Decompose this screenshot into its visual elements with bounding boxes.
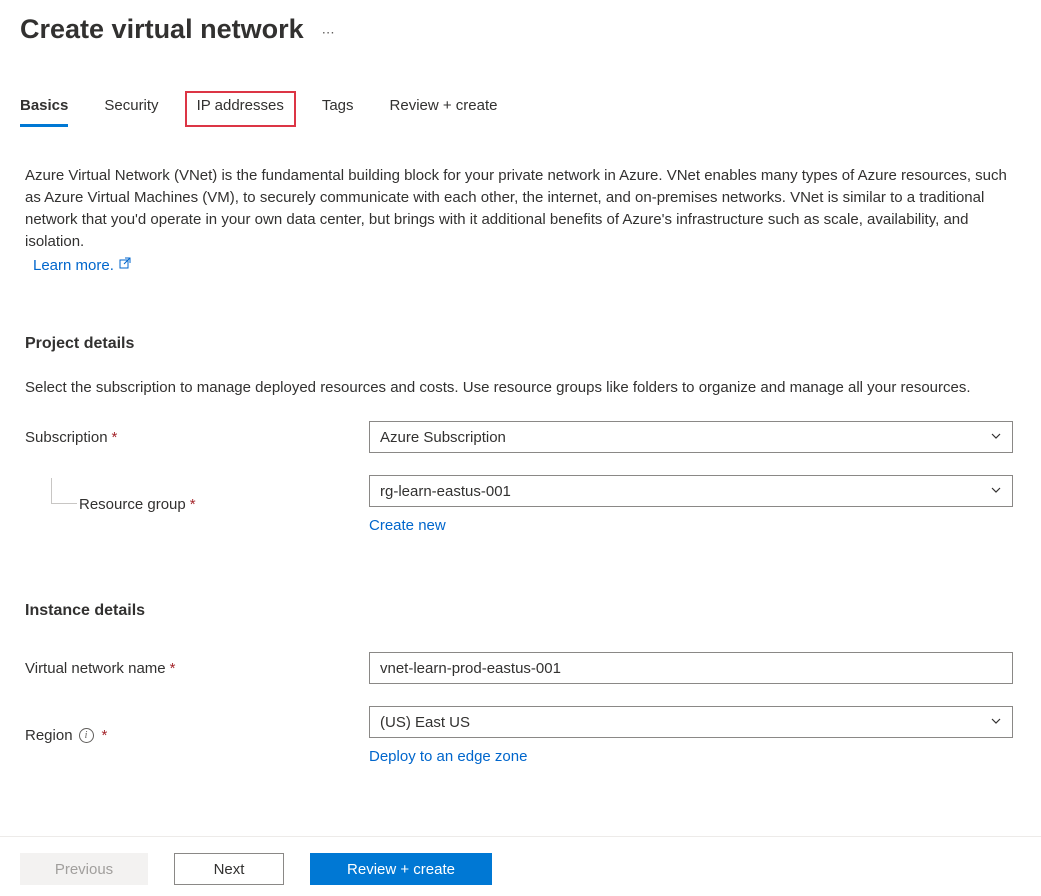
tab-tags[interactable]: Tags — [322, 91, 354, 127]
resource-group-label: Resource group * — [25, 496, 369, 513]
tab-ip-addresses[interactable]: IP addresses — [185, 91, 296, 127]
create-new-link[interactable]: Create new — [369, 517, 446, 534]
next-button[interactable]: Next — [174, 853, 284, 885]
vnet-name-input[interactable] — [369, 652, 1013, 684]
subscription-label-text: Subscription — [25, 429, 108, 446]
instance-details-heading: Instance details — [25, 602, 1016, 620]
chevron-down-icon — [990, 429, 1002, 446]
required-star-icon: * — [102, 727, 108, 744]
footer-bar: Previous Next Review + create — [0, 836, 1041, 896]
vnet-name-label-text: Virtual network name — [25, 660, 166, 677]
intro-description: Azure Virtual Network (VNet) is the fund… — [25, 165, 1016, 277]
resource-group-select[interactable]: rg-learn-eastus-001 — [369, 475, 1013, 507]
more-options-icon[interactable]: ⋯ — [322, 18, 336, 41]
resource-group-label-text: Resource group — [79, 496, 186, 513]
required-star-icon: * — [170, 660, 176, 677]
learn-more-link[interactable]: Learn more. — [33, 255, 132, 277]
region-select[interactable]: (US) East US — [369, 706, 1013, 738]
tab-review-create[interactable]: Review + create — [390, 91, 498, 127]
resource-group-value: rg-learn-eastus-001 — [380, 483, 511, 500]
region-label: Region i * — [25, 727, 369, 744]
subscription-label: Subscription * — [25, 429, 369, 446]
region-label-text: Region — [25, 727, 73, 744]
info-icon[interactable]: i — [79, 728, 94, 743]
region-value: (US) East US — [380, 714, 470, 731]
tab-strip: Basics Security IP addresses Tags Review… — [0, 91, 1041, 127]
vnet-name-label: Virtual network name * — [25, 660, 369, 677]
subscription-select[interactable]: Azure Subscription — [369, 421, 1013, 453]
external-link-icon — [118, 255, 132, 277]
tab-basics[interactable]: Basics — [20, 91, 68, 127]
required-star-icon: * — [112, 429, 118, 446]
indent-line-icon — [51, 478, 77, 504]
page-title: Create virtual network — [20, 14, 304, 45]
review-create-button[interactable]: Review + create — [310, 853, 492, 885]
intro-text: Azure Virtual Network (VNet) is the fund… — [25, 167, 1007, 250]
chevron-down-icon — [990, 714, 1002, 731]
learn-more-text: Learn more. — [33, 255, 114, 277]
previous-button: Previous — [20, 853, 148, 885]
subscription-value: Azure Subscription — [380, 429, 506, 446]
project-details-heading: Project details — [25, 335, 1016, 353]
tab-security[interactable]: Security — [104, 91, 158, 127]
edge-zone-link[interactable]: Deploy to an edge zone — [369, 748, 527, 765]
chevron-down-icon — [990, 483, 1002, 500]
required-star-icon: * — [190, 496, 196, 513]
project-details-description: Select the subscription to manage deploy… — [25, 377, 1016, 399]
